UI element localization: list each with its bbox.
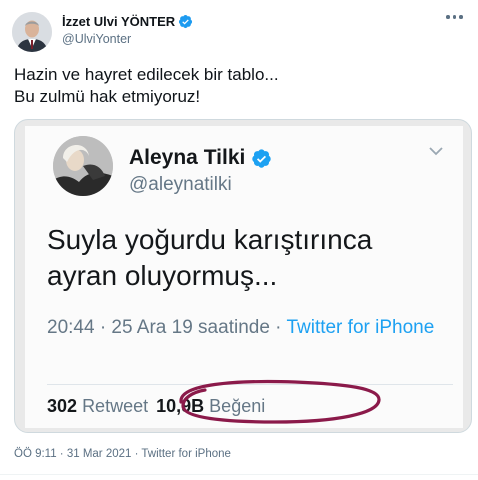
retweet-count: 302	[47, 396, 78, 416]
embedded-tweet-meta: 20:44 · 25 Ara 19 saatinde · Twitter for…	[47, 316, 437, 340]
verified-badge-icon	[179, 14, 193, 28]
embedded-verified-badge-icon	[252, 148, 272, 168]
author-display-name[interactable]: İzzet Ulvi YÖNTER	[62, 14, 175, 29]
tweet-text: Hazin ve hayret edilecek bir tablo... Bu…	[14, 64, 279, 108]
embedded-tweet-screenshot: Aleyna Tilki @aleynatilki Suyla yoğurdu …	[25, 126, 463, 428]
tweet-photo[interactable]: Aleyna Tilki @aleynatilki Suyla yoğurdu …	[14, 119, 472, 433]
tweet-text-line: Hazin ve hayret edilecek bir tablo...	[14, 65, 279, 84]
tweet-text-line: Bu zulmü hak etmiyoruz!	[14, 87, 201, 106]
author-handle[interactable]: @UlviYonter	[62, 32, 193, 46]
embedded-source-link: Twitter for iPhone	[286, 317, 435, 338]
chevron-down-icon	[429, 147, 443, 156]
author-info: İzzet Ulvi YÖNTER @UlviYonter	[62, 12, 193, 46]
embedded-text-line: ayran oluyormuş...	[47, 260, 278, 291]
embedded-display-name: Aleyna Tilki	[129, 146, 246, 169]
divider	[0, 474, 478, 475]
embedded-tweet-text: Suyla yoğurdu karıştırınca ayran oluyorm…	[47, 222, 372, 294]
embedded-text-line: Suyla yoğurdu karıştırınca	[47, 224, 373, 255]
embedded-avatar	[53, 136, 113, 196]
tweet-timestamp[interactable]: ÖÖ 9:11 · 31 Mar 2021 · Twitter for iPho…	[14, 448, 231, 460]
tweet-card: İzzet Ulvi YÖNTER @UlviYonter Hazin ve h…	[0, 0, 478, 480]
embedded-handle: @aleynatilki	[129, 174, 232, 195]
hand-drawn-circle-annotation	[179, 379, 381, 424]
embedded-timestamp: 20:44 · 25 Ara 19 saatinde ·	[47, 317, 287, 338]
more-options-icon[interactable]	[446, 14, 464, 20]
profile-avatar[interactable]	[12, 12, 52, 52]
retweet-label: Retweet	[82, 396, 149, 416]
